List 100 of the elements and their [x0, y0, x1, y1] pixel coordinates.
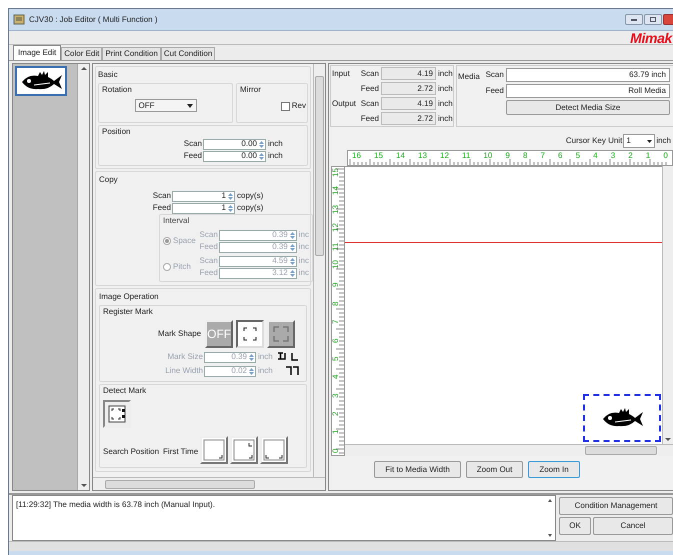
condition-management-button[interactable]: Condition Management [559, 497, 673, 515]
checkbox-label: Rev [292, 100, 306, 112]
tab[interactable]: Color Edit [61, 47, 102, 60]
field-label: Scan [198, 229, 218, 241]
search-position-button[interactable] [260, 436, 288, 464]
rotation-dropdown[interactable]: OFF [134, 99, 196, 112]
group-label: Detect Mark [103, 385, 148, 397]
spin-field[interactable]: 0.00 [203, 138, 266, 150]
ruler-label: 5 [332, 355, 340, 361]
field-label: Scan [484, 69, 505, 81]
unit-label: inch [656, 135, 671, 147]
readonly-field: 4.19 [381, 67, 436, 80]
field-label: Feed [198, 267, 218, 279]
view-button[interactable]: Zoom Out [466, 461, 524, 478]
group-label: Output [332, 98, 356, 108]
section-heading: Image Operation [99, 291, 160, 303]
ruler-label: 9 [332, 282, 340, 288]
tab[interactable]: Cut Condition [160, 47, 216, 60]
cancel-button[interactable]: Cancel [593, 517, 673, 535]
tab[interactable]: Print Condition [102, 47, 161, 60]
ruler-label: 15 [374, 151, 383, 162]
spin-field[interactable]: 1 [172, 202, 235, 214]
ruler-label: 7 [540, 151, 545, 162]
field-label: Scan [182, 138, 202, 150]
ruler-label: 6 [558, 151, 562, 162]
spinner-icon [248, 352, 255, 362]
ruler-label: 1 [332, 429, 340, 434]
unit-label: inch [437, 82, 453, 94]
group-label: Media [457, 71, 480, 83]
search-position-button[interactable] [200, 436, 228, 464]
spin-field[interactable]: 0.00 [203, 150, 266, 162]
group-label: Mirror [240, 84, 262, 96]
field-label: Scan [360, 68, 380, 80]
view-button[interactable]: Zoom In [528, 461, 580, 478]
checkbox[interactable] [280, 102, 290, 110]
unit-label: inch [437, 98, 453, 110]
image-object[interactable] [583, 394, 661, 442]
scrollbar[interactable] [345, 444, 673, 456]
thumbnail[interactable] [15, 66, 67, 96]
detect-media-size-button[interactable]: Detect Media Size [506, 100, 670, 115]
cursor-key-dropdown[interactable]: 1 [623, 134, 656, 148]
corner-marks-icon [241, 325, 260, 343]
field-label: Feed [360, 82, 380, 94]
spinner-icon [227, 192, 234, 200]
corner-mark-icon [233, 439, 256, 461]
unit-label: inc [298, 241, 309, 253]
maximize-button[interactable] [644, 14, 662, 25]
log-message: [11:29:32] The media width is 63.78 inch (Manual Input). [15, 499, 216, 511]
view-button[interactable]: Fit to Media Width [374, 461, 461, 478]
unit-label: inch [437, 68, 453, 80]
detect-mark-icon [107, 404, 127, 424]
scrollbar[interactable] [77, 64, 89, 490]
ruler-label: 8 [522, 151, 528, 162]
tab[interactable]: Image Edit [13, 45, 62, 60]
unit-label: inc [298, 255, 309, 267]
field-label: Feed [182, 150, 202, 162]
field-label: Mark Shape [158, 328, 202, 340]
ruler-label: 15 [332, 169, 340, 177]
unit-label: inch [257, 365, 273, 377]
unit-label: copy(s) [236, 190, 264, 202]
group-label: Register Mark [103, 306, 154, 318]
spinner-icon [258, 152, 265, 160]
search-position-button[interactable] [230, 436, 258, 464]
spin-field[interactable]: 1 [172, 190, 235, 202]
section-heading: Basic [98, 69, 119, 81]
field-label: Line Width [164, 365, 203, 377]
ok-button[interactable]: OK [559, 517, 591, 535]
ruler-label: 1 [646, 151, 650, 162]
text-field[interactable]: 63.79 inch [506, 68, 670, 82]
unit-label: inc [298, 267, 309, 279]
field-label: Mark Size [166, 351, 203, 363]
field-label: Feed [152, 202, 171, 214]
ruler-label: 13 [418, 151, 427, 162]
field-label: Scan [152, 190, 171, 202]
ruler-label: 4 [332, 374, 340, 380]
scrollbar[interactable] [662, 166, 673, 444]
scrollbar[interactable] [93, 477, 325, 490]
spinner-icon [227, 204, 234, 212]
group-label: Input [332, 68, 350, 78]
spinner-icon [258, 140, 265, 148]
ruler-label: 12 [332, 224, 340, 232]
corner-mark-icon [263, 439, 286, 461]
ruler-label: 11 [332, 242, 340, 251]
caret-icon [647, 140, 652, 142]
ruler-label: 6 [332, 337, 340, 343]
mark-shape-button[interactable] [236, 320, 264, 348]
ruler-label: 14 [332, 187, 340, 196]
section-heading: Copy [99, 174, 119, 186]
ruler-label: 12 [440, 151, 449, 162]
ruler-label: 10 [483, 151, 492, 162]
minimize-button[interactable] [625, 14, 643, 25]
unit-label: inch [267, 150, 283, 162]
scrollbar[interactable] [313, 64, 325, 477]
text-field[interactable]: Roll Media [506, 84, 670, 98]
field-label: First Time [163, 446, 198, 458]
unit-label: inch [257, 351, 273, 363]
field-label: Feed [198, 241, 218, 253]
group-label: Position [102, 126, 132, 138]
ruler-label: 7 [332, 318, 340, 324]
field-label: Feed [484, 85, 505, 97]
